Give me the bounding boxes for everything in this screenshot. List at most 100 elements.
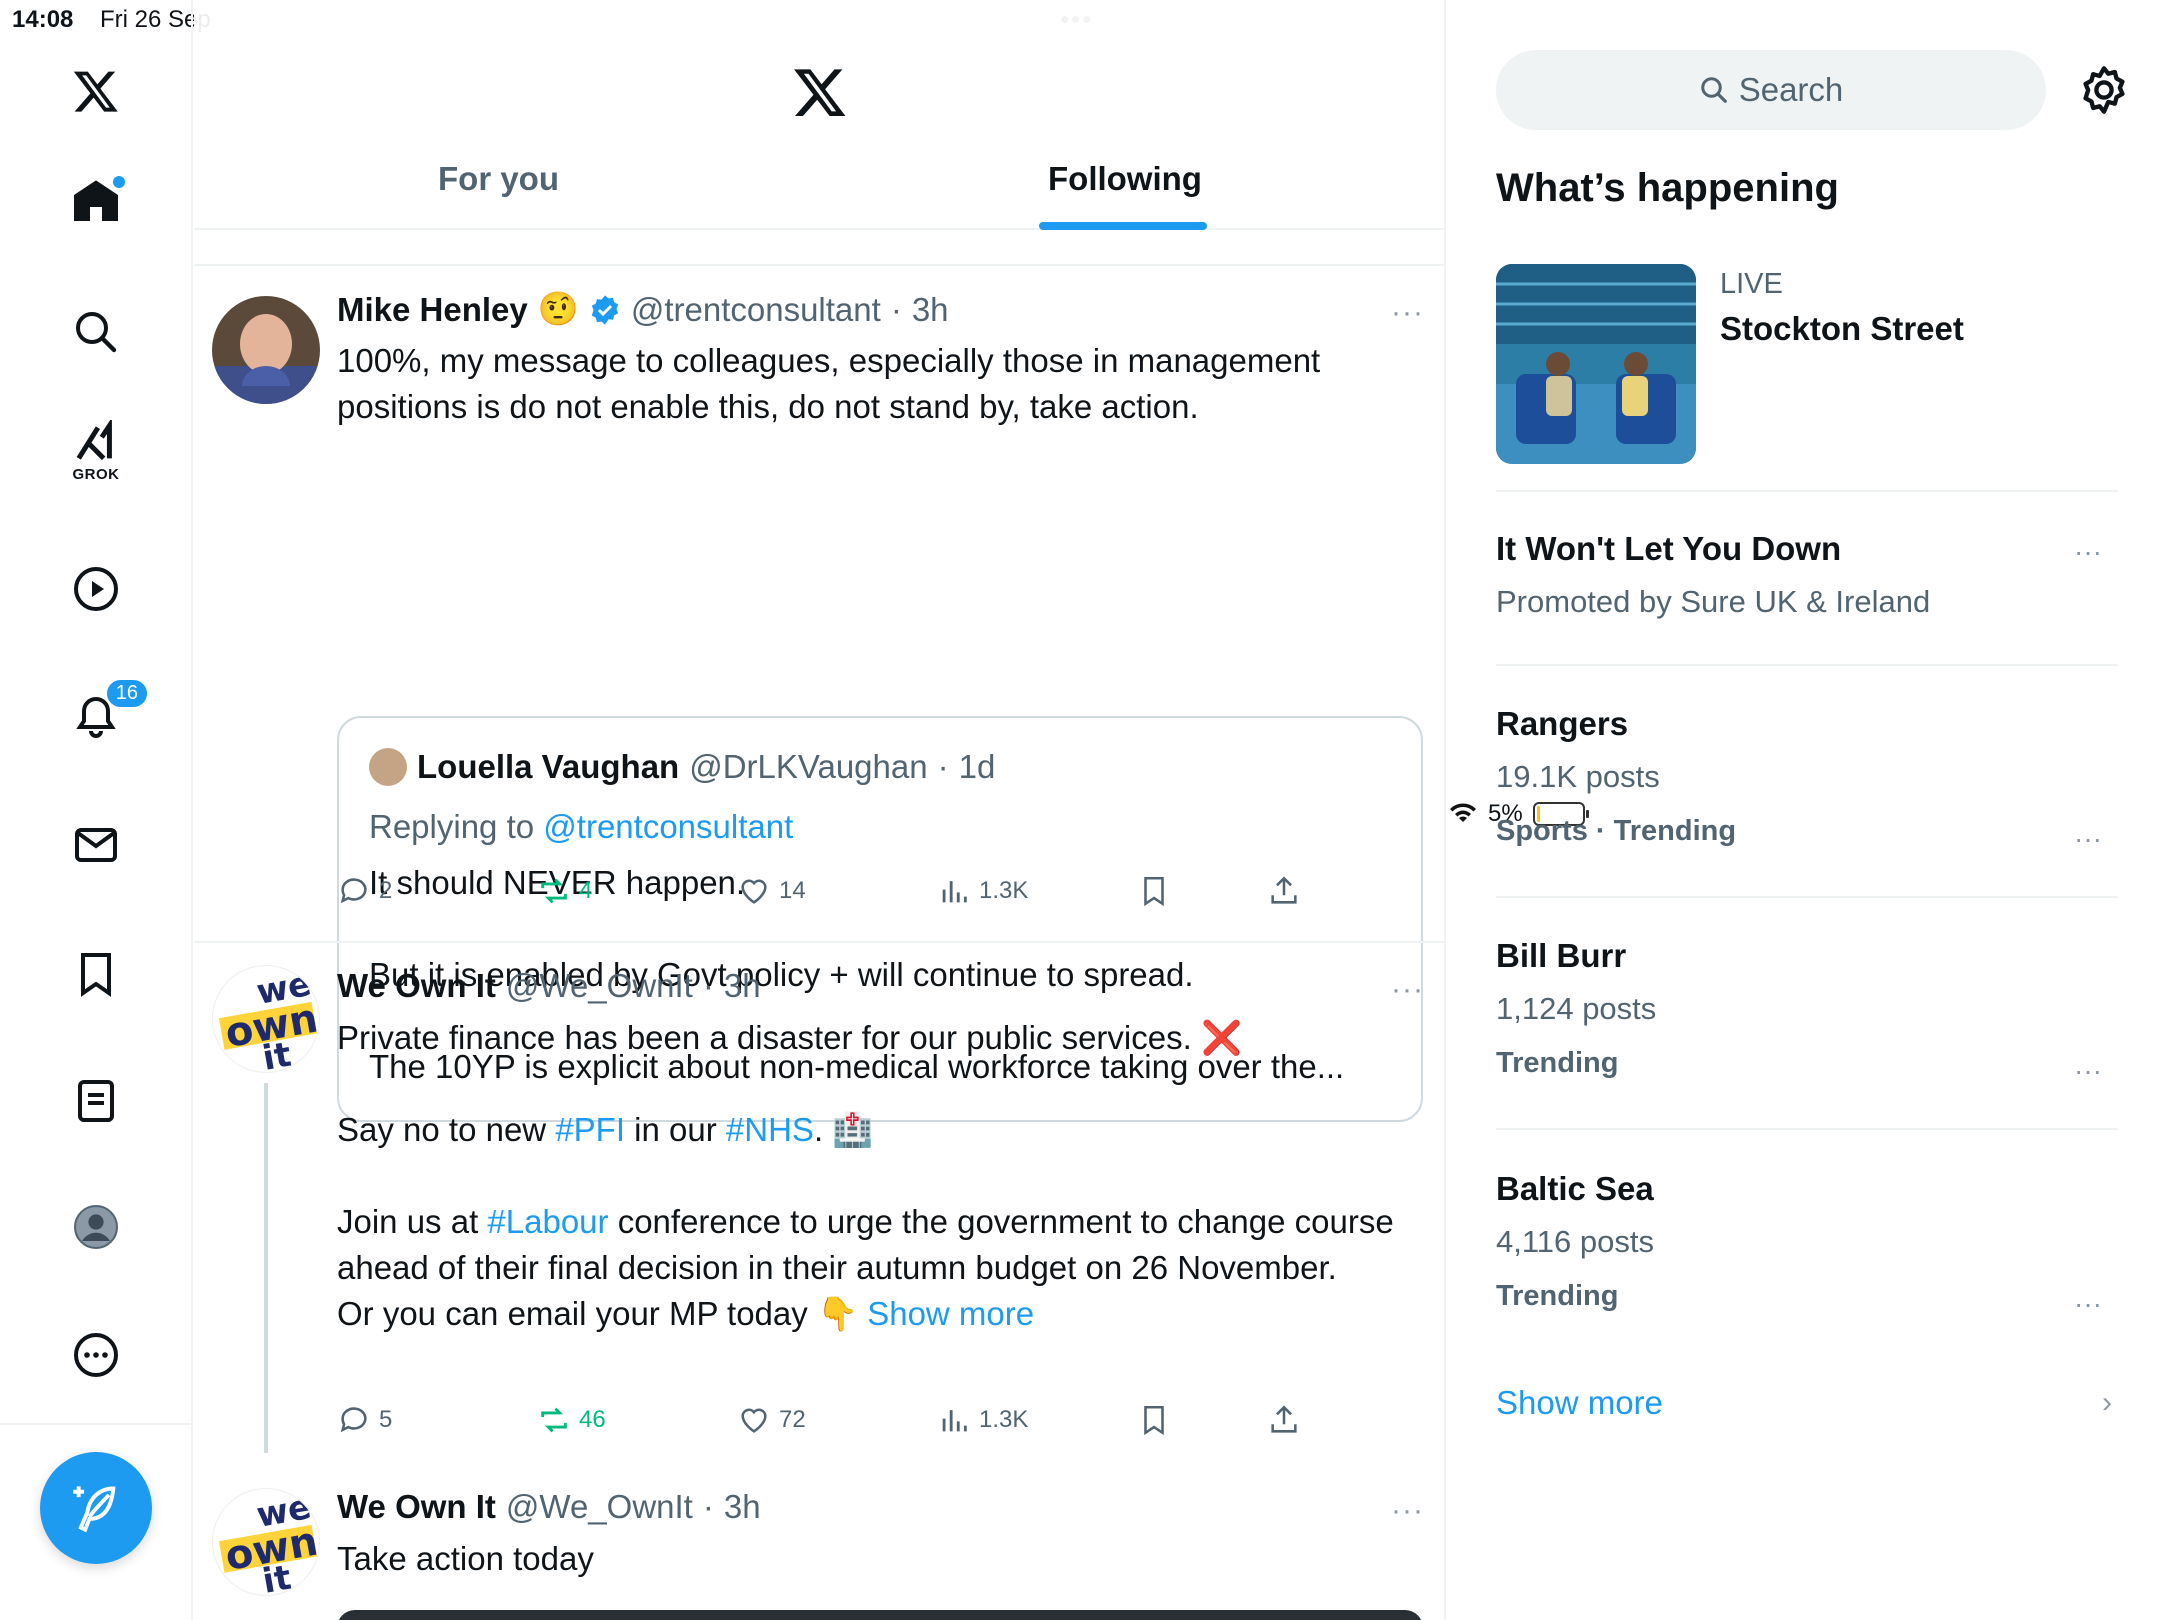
like-button[interactable]: 72 <box>737 1403 806 1437</box>
share-icon <box>1271 1405 1297 1433</box>
repost-button[interactable]: 4 <box>537 874 592 908</box>
tweet-more-icon[interactable]: ··· <box>1391 973 1424 1007</box>
trend-item[interactable]: Baltic Sea 4,116 posts Trending ··· <box>1496 1170 2118 1319</box>
promoted-title: It Won't Let You Down <box>1496 530 1842 567</box>
search-icon[interactable] <box>63 299 129 365</box>
hashtag-link[interactable]: #NHS <box>726 1111 814 1148</box>
like-count: 72 <box>779 1406 806 1433</box>
compose-post-button[interactable] <box>40 1452 152 1564</box>
reply-count: 5 <box>379 1406 393 1433</box>
reply-button[interactable]: 2 <box>337 874 392 908</box>
reply-count: 2 <box>379 877 393 904</box>
tweet-line: Or you can email your MP today <box>337 1295 808 1332</box>
repost-button[interactable]: 46 <box>537 1403 606 1437</box>
separator-dot: · <box>937 748 949 785</box>
author-handle[interactable]: @trentconsultant <box>631 291 881 329</box>
tweet[interactable]: we own it We Own It @We_OwnIt · 3h ··· P… <box>194 943 1444 1463</box>
like-button[interactable]: 14 <box>737 874 806 908</box>
notifications-icon[interactable]: 16 <box>63 678 149 750</box>
compose-feather-icon <box>73 1486 116 1533</box>
tweet-time[interactable]: 3h <box>724 1488 761 1526</box>
thread-line <box>264 1083 268 1453</box>
video-icon[interactable] <box>63 556 129 622</box>
more-icon[interactable] <box>63 1322 129 1388</box>
tweet-actions: 2 4 14 1.3K <box>337 874 1337 914</box>
avatar[interactable]: we own it <box>212 1488 320 1596</box>
replying-to: Replying to @trentconsultant <box>369 808 793 846</box>
trend-more-icon[interactable]: ··· <box>2074 1288 2102 1320</box>
tweet-more-icon[interactable]: ··· <box>1391 296 1424 330</box>
hashtag-link[interactable]: #PFI <box>555 1111 625 1148</box>
bookmark-button[interactable] <box>1137 874 1171 908</box>
trend-name: Bill Burr <box>1496 937 1627 974</box>
trend-item[interactable]: Rangers 19.1K posts Sports · Trending ··… <box>1496 705 2118 854</box>
promoted-subtitle: Promoted by Sure UK & Ireland <box>1496 584 1931 619</box>
verified-icon <box>591 294 619 325</box>
views-count: 1.3K <box>979 1406 1029 1433</box>
gear-icon[interactable] <box>2078 64 2130 116</box>
replying-handle-link[interactable]: @trentconsultant <box>543 808 793 845</box>
reply-icon <box>340 878 367 904</box>
bookmarks-icon[interactable] <box>63 941 129 1007</box>
bookmark-icon <box>1144 876 1164 907</box>
lists-icon[interactable] <box>63 1068 129 1134</box>
home-icon[interactable] <box>63 168 129 234</box>
tweet-header: We Own It @We_OwnIt · 3h <box>337 967 761 1005</box>
tweet-line-part: in our <box>625 1111 726 1148</box>
profile-icon[interactable] <box>63 1194 129 1260</box>
repost-count: 4 <box>579 877 593 904</box>
trend-more-icon[interactable]: ··· <box>2074 536 2102 568</box>
author-name[interactable]: We Own It <box>337 967 496 1005</box>
trend-item[interactable]: Bill Burr 1,124 posts Trending ··· <box>1496 937 2118 1086</box>
hashtag-link[interactable]: #Labour <box>487 1203 608 1240</box>
trend-name: Baltic Sea <box>1496 1170 1654 1207</box>
tweet-time[interactable]: 3h <box>724 967 761 1005</box>
section-title: What’s happening <box>1496 166 1839 210</box>
live-event-image[interactable] <box>1496 264 1696 464</box>
author-name[interactable]: Mike Henley <box>337 291 528 329</box>
bookmark-icon <box>1144 1405 1164 1436</box>
tweet-more-icon[interactable]: ··· <box>1391 1494 1424 1528</box>
share-button[interactable] <box>1267 1403 1301 1437</box>
messages-icon[interactable] <box>63 812 129 878</box>
divider <box>1496 896 2118 898</box>
tab-following[interactable]: Following <box>1048 160 1202 198</box>
pointing-emoji: 👇 <box>816 1295 859 1332</box>
tweet-text: Private finance has been a disaster for … <box>337 1015 1397 1337</box>
trend-more-icon[interactable]: ··· <box>2074 1055 2102 1087</box>
show-more-link[interactable]: Show more <box>867 1295 1034 1332</box>
views-button[interactable]: 1.3K <box>937 1403 1028 1437</box>
avatar[interactable]: we own it <box>212 965 320 1073</box>
tweet-media[interactable] <box>337 1610 1423 1620</box>
tweet-time[interactable]: 3h <box>912 291 949 329</box>
author-name[interactable]: We Own It <box>337 1488 496 1526</box>
views-icon <box>942 881 967 903</box>
bookmark-button[interactable] <box>1137 1403 1171 1437</box>
tweet-line-part: Join us at <box>337 1203 488 1240</box>
tweet[interactable]: we own it We Own It @We_OwnIt · 3h ··· T… <box>194 1468 1444 1620</box>
tweet[interactable]: Mike Henley 🤨 @trentconsultant · 3h ··· … <box>194 266 1444 1122</box>
share-button[interactable] <box>1267 874 1301 908</box>
trend-more-icon[interactable]: ··· <box>2074 823 2102 855</box>
tab-for-you[interactable]: For you <box>438 160 559 198</box>
views-button[interactable]: 1.3K <box>937 874 1028 908</box>
grok-icon[interactable]: GROK <box>63 420 129 486</box>
quote-author-name: Louella Vaughan <box>417 748 680 785</box>
author-handle[interactable]: @We_OwnIt <box>506 967 693 1005</box>
tweet-line-part: Say no to new <box>337 1111 556 1148</box>
avatar[interactable] <box>212 296 320 404</box>
live-event-title[interactable]: Stockton Street <box>1720 310 1964 348</box>
trend-category: Sports · Trending <box>1496 815 1737 847</box>
x-logo-icon[interactable] <box>63 58 129 124</box>
x-logo-icon[interactable] <box>792 64 848 120</box>
reply-icon <box>340 1407 367 1433</box>
quote-header: Louella Vaughan @DrLKVaughan · 1d <box>369 748 995 786</box>
reply-button[interactable]: 5 <box>337 1403 392 1437</box>
promoted-trend[interactable]: It Won't Let You Down Promoted by Sure U… <box>1496 530 2118 620</box>
search-input[interactable]: Search <box>1496 50 2046 130</box>
show-more-link[interactable]: Show more <box>1496 1384 1663 1422</box>
author-handle[interactable]: @We_OwnIt <box>506 1488 693 1526</box>
quote-author-handle: @DrLKVaughan <box>689 748 928 785</box>
divider <box>1496 490 2118 492</box>
search-placeholder: Search <box>1738 71 1844 108</box>
